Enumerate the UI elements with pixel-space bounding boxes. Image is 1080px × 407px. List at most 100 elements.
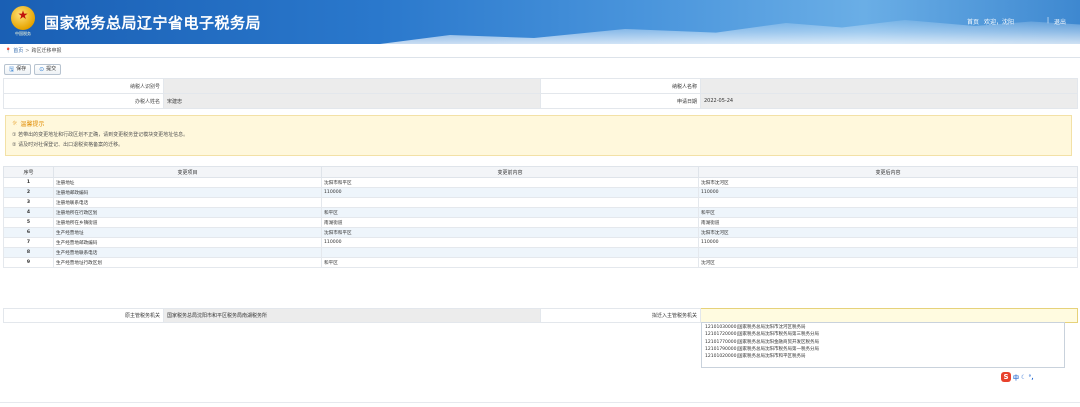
original-office-field: 国家税务总局沈阳市和平区税务局南湖税务所 [163, 308, 541, 323]
breadcrumb-separator: > [25, 48, 30, 54]
table-row: 9 生产经营地址行政区划 和平区 沈河区 [3, 257, 1078, 268]
taxpayer-name-field [700, 78, 1078, 94]
breadcrumb: 📍 首页 > 跨区迁移申报 [0, 44, 1080, 58]
nav-home-link[interactable]: 首页 [967, 17, 979, 26]
cell-item: 注册地所在行政区划 [53, 207, 322, 218]
moon-icon[interactable]: ☾ [1021, 374, 1026, 381]
taxpayer-id-label: 纳税人识别号 [3, 78, 164, 94]
cell-before [321, 247, 699, 258]
table-row: 8 生产经营地联系电话 [3, 247, 1078, 258]
dropdown-option[interactable]: 12101720000|国家税务总局沈阳市税务局第三税务分局 [705, 331, 1061, 338]
dropdown-option[interactable]: 12101030000|国家税务总局沈阳市沈河区税务局 [705, 324, 1061, 331]
breadcrumb-home[interactable]: 首页 [13, 48, 23, 54]
table-row: 7 生产经营地邮政编码 110000 110000 [3, 237, 1078, 248]
taxpayer-info-table: 纳税人识别号 纳税人名称 办税人姓名 宋建忠 申请日期 2022-05-24 [3, 78, 1078, 109]
location-pin-icon: 📍 [5, 48, 12, 54]
table-row: 3 注册地联系电话 [3, 197, 1078, 208]
cell-before: 110000 [321, 237, 699, 248]
nav-welcome-text: 欢迎，沈阳 [984, 19, 1015, 26]
nav-user-name [1019, 17, 1042, 26]
cell-item: 注册地所在乡镇街道 [53, 217, 322, 228]
sogou-ime-icon[interactable]: S [1001, 372, 1011, 382]
cell-after: 沈阳市沈河区 [698, 177, 1078, 188]
ime-toolbar[interactable]: S 中 ☾ °, [1001, 372, 1034, 382]
cell-item: 生产经营地址行政区划 [53, 257, 322, 268]
header-no: 序号 [3, 166, 54, 178]
cell-before: 南湖街道 [321, 217, 699, 228]
cell-item: 注册地邮政编码 [53, 187, 322, 198]
dropdown-option[interactable]: 12101790000|国家税务总局沈阳市税务局第一税务分局 [705, 346, 1061, 353]
target-office-dropdown: 12101030000|国家税务总局沈阳市沈河区税务局 12101720000|国… [701, 322, 1065, 368]
breadcrumb-current: 跨区迁移申报 [31, 48, 62, 54]
tax-emblem-icon: ★ 中国税务 [10, 6, 36, 36]
nav-separator: | [1046, 17, 1049, 24]
cell-after: 沈阳市沈河区 [698, 227, 1078, 238]
dropdown-option[interactable]: 12101020000|国家税务总局沈阳市和平区税务局 [705, 353, 1061, 360]
change-items-table: 序号 变更项目 变更前内容 变更后内容 1 注册地址 沈阳市和平区 沈阳市沈河区 2 注册… [3, 166, 1078, 280]
cell-after: 沈河区 [698, 257, 1078, 268]
table-row: 2 注册地邮政编码 110000 110000 [3, 187, 1078, 198]
cell-after: 南湖街道 [698, 217, 1078, 228]
nav-logout-link[interactable]: 退出 [1054, 17, 1066, 26]
top-nav: 首页 欢迎，沈阳 | 退出 [967, 17, 1066, 26]
table-row: 1 注册地址 沈阳市和平区 沈阳市沈河区 [3, 177, 1078, 188]
taxpayer-id-field [163, 78, 541, 94]
cell-before: 110000 [321, 187, 699, 198]
notice-title: 温馨提示 [20, 121, 45, 128]
dropdown-option[interactable]: 12101770000|国家税务总局沈阳金融商贸开发区税务局 [705, 339, 1061, 346]
apply-date-field: 2022-05-24 [700, 93, 1078, 109]
handler-label: 办税人姓名 [3, 93, 164, 109]
table-spacer [4, 268, 1078, 280]
cell-item: 注册地联系电话 [53, 197, 322, 208]
notice-line-2: ② 请及时对社保登记、出口退税资格备案的迁移。 [12, 142, 124, 148]
ime-mode-label[interactable]: 中 [1013, 373, 1019, 382]
toolbar: 🖫 保存 ⊙ 提交 [4, 64, 62, 75]
apply-date-label: 申请日期 [540, 93, 701, 109]
cell-after [698, 247, 1078, 258]
cell-before: 沈阳市和平区 [321, 177, 699, 188]
original-office-label: 原主管税务机关 [3, 308, 164, 323]
save-icon: 🖫 [9, 66, 15, 73]
cell-before: 和平区 [321, 207, 699, 218]
cell-after: 110000 [698, 187, 1078, 198]
header-item: 变更项目 [53, 166, 322, 178]
header-before: 变更前内容 [321, 166, 699, 178]
header-after: 变更后内容 [698, 166, 1078, 178]
handler-field: 宋建忠 [163, 93, 541, 109]
cell-no: 8 [3, 247, 54, 258]
site-title: 国家税务总局辽宁省电子税务局 [44, 14, 262, 32]
target-office-select[interactable]: ▼ [700, 308, 1078, 323]
submit-button[interactable]: ⊙ 提交 [34, 64, 62, 75]
cell-no: 6 [3, 227, 54, 238]
footer-divider [0, 402, 1080, 403]
cell-no: 9 [3, 257, 54, 268]
cell-item: 生产经营地联系电话 [53, 247, 322, 258]
cell-before: 沈阳市和平区 [321, 227, 699, 238]
tax-office-table: 原主管税务机关 国家税务总局沈阳市和平区税务局南湖税务所 拟迁入主管税务机关 ▼ [3, 308, 1078, 323]
lightbulb-icon: ☼ [12, 120, 18, 127]
cell-after: 110000 [698, 237, 1078, 248]
cell-before [321, 197, 699, 208]
notice-line-1: ① 若带出的变更地址和行政区划不正确，请到变更税务登记模块变更地址信息。 [12, 132, 189, 138]
cell-no: 5 [3, 217, 54, 228]
cell-no: 4 [3, 207, 54, 218]
cell-item: 生产经营地址 [53, 227, 322, 238]
notice-box: ☼ 温馨提示 ① 若带出的变更地址和行政区划不正确，请到变更税务登记模块变更地址信… [5, 115, 1072, 156]
cell-no: 7 [3, 237, 54, 248]
cell-after [698, 197, 1078, 208]
cell-item: 生产经营地邮政编码 [53, 237, 322, 248]
taxpayer-name-label: 纳税人名称 [540, 78, 701, 94]
cell-no: 3 [3, 197, 54, 208]
cell-before: 和平区 [321, 257, 699, 268]
table-row: 5 注册地所在乡镇街道 南湖街道 南湖街道 [3, 217, 1078, 228]
cell-item: 注册地址 [53, 177, 322, 188]
punctuation-icon[interactable]: °, [1028, 374, 1033, 381]
site-header: ★ 中国税务 国家税务总局辽宁省电子税务局 首页 欢迎，沈阳 | 退出 [0, 0, 1080, 44]
cell-after: 和平区 [698, 207, 1078, 218]
save-button[interactable]: 🖫 保存 [4, 64, 32, 75]
target-office-label: 拟迁入主管税务机关 [540, 308, 701, 323]
cell-no: 1 [3, 177, 54, 188]
table-row: 4 注册地所在行政区划 和平区 和平区 [3, 207, 1078, 218]
cell-no: 2 [3, 187, 54, 198]
table-row: 6 生产经营地址 沈阳市和平区 沈阳市沈河区 [3, 227, 1078, 238]
